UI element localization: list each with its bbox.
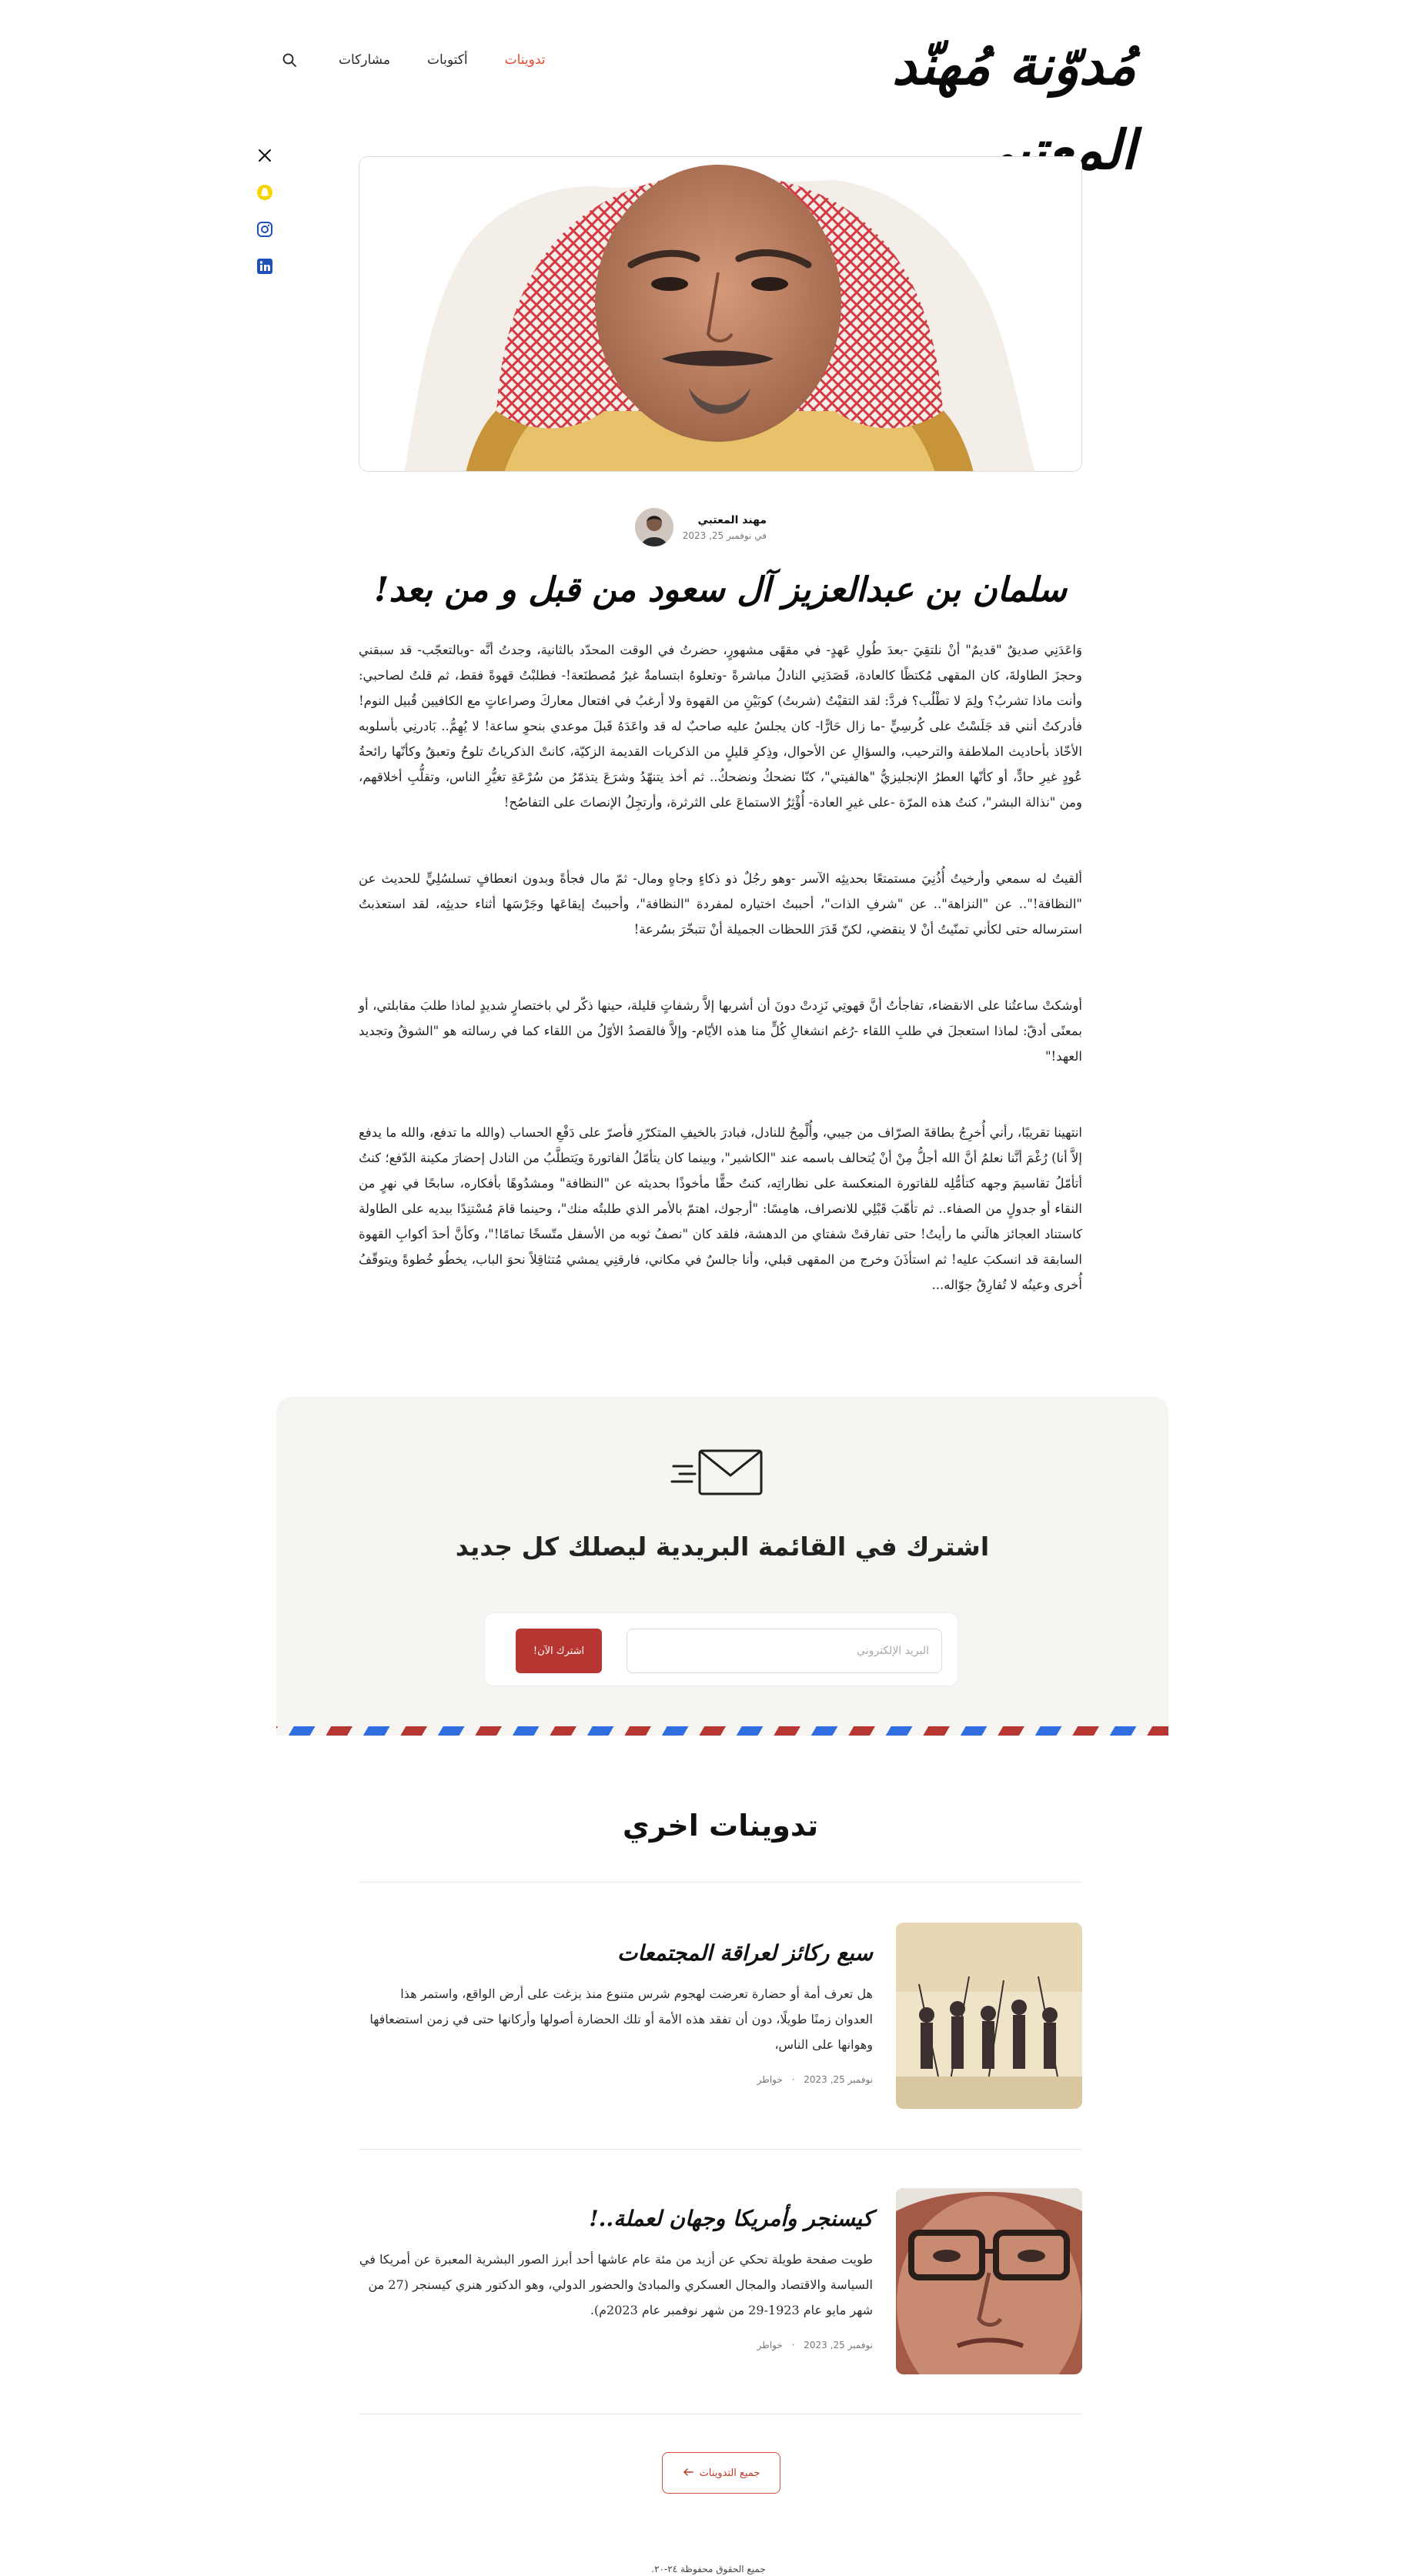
post-card-title[interactable]: كيسنجر وأمريكا وجهان لعملة..! [359, 2197, 873, 2240]
newsletter-title: اشترك في القائمة البريدية ليصلك كل جديد [455, 1532, 990, 1562]
all-posts-button[interactable]: جميع التدوينات [662, 2452, 780, 2494]
nav-item-posts[interactable]: تدوينات [505, 52, 546, 68]
divider [359, 2149, 1082, 2150]
site-footer: جميع الحقوق محفوظة ٢٤-٢٠. [0, 2563, 1417, 2575]
related-posts-heading: تدوينات اخري [622, 1809, 819, 1843]
all-posts-label: جميع التدوينات [699, 2467, 760, 2479]
x-icon[interactable] [256, 146, 274, 165]
author-info: مهند المعتبي في نوفمبر 25, 2023 [683, 512, 767, 543]
post-thumbnail[interactable] [896, 1923, 1082, 2109]
author-avatar[interactable] [634, 508, 673, 546]
post-card-category[interactable]: خواطر [757, 2340, 783, 2350]
portrait-illustration [359, 157, 1081, 471]
post-card-meta: نوفمبر 25, 2023 · خواطر [359, 2340, 873, 2350]
meta-separator: · [791, 2074, 795, 2085]
author-name[interactable]: مهند المعتبي [683, 512, 767, 529]
arrow-left-icon [683, 2467, 693, 2479]
post-card-date: نوفمبر 25, 2023 [804, 2074, 873, 2085]
envelope-icon [669, 1443, 769, 1505]
nav-item-participations[interactable]: مشاركات [339, 52, 390, 68]
main-nav: مشاركات أكتوبات تدوينات [277, 45, 546, 75]
copyright-text: جميع الحقوق محفوظة ٢٤-٢٠. [651, 2564, 766, 2574]
post-date: في نوفمبر 25, 2023 [682, 530, 767, 541]
post-title: سلمان بن عبدالعزيز آل سعود من قبل و من ب… [374, 570, 1067, 610]
post-card-category[interactable]: خواطر [757, 2074, 783, 2085]
post-card-date: نوفمبر 25, 2023 [804, 2340, 873, 2350]
meta-separator: · [791, 2340, 795, 2350]
post-card-excerpt: هل تعرف أمة أو حضارة تعرضت لهجوم شرس متن… [369, 1986, 873, 2052]
linkedin-icon[interactable] [256, 257, 274, 276]
post-author: مهند المعتبي في نوفمبر 25, 2023 [634, 508, 767, 546]
airmail-border [276, 1726, 1168, 1736]
social-links [255, 146, 275, 276]
post-card-excerpt: طويت صفحة طويلة تحكي عن أزيد من مئة عام … [359, 2252, 873, 2317]
post-paragraph: أوشكتْ ساعتُنا على الانقضاء، تفاجأتُ أنَ… [359, 998, 1082, 1064]
site-header: مُدوّنة مُهنّد المعتبي مشاركات أكتوبات ت… [0, 0, 1417, 182]
post-card-meta: نوفمبر 25, 2023 · خواطر [359, 2074, 873, 2085]
divider [359, 1882, 1082, 1883]
related-post-card[interactable]: سبع ركائز لعراقة المجتمعات هل تعرف أمة أ… [359, 1923, 1082, 2115]
related-post-card[interactable]: كيسنجر وأمريكا وجهان لعملة..! طويت صفحة … [359, 2188, 1082, 2381]
post-body: وَاعَدَنِي صديقٌ "قديمٌ" أنْ نلتقِيَ -بع… [359, 637, 1082, 1298]
subscribe-button[interactable]: اشترك الآن! [516, 1629, 602, 1673]
post-card-text: كيسنجر وأمريكا وجهان لعملة..! طويت صفحة … [359, 2188, 873, 2350]
nav-item-writings[interactable]: أكتوبات [427, 52, 468, 68]
post-paragraph: ألقيتُ له سمعي وأرخيتُ أُذُنِيَ مستمتعًا… [359, 871, 1082, 937]
snapchat-icon[interactable] [256, 183, 274, 202]
newsletter-form: اشترك الآن! [484, 1612, 958, 1686]
post-card-text: سبع ركائز لعراقة المجتمعات هل تعرف أمة أ… [359, 1923, 873, 2085]
post-thumbnail[interactable] [896, 2188, 1082, 2374]
post-paragraph: انتهينا تقريبًا، رأني أُخرِجُ بطاقةَ الص… [359, 1125, 1082, 1292]
instagram-icon[interactable] [256, 220, 274, 239]
hero-image [359, 156, 1082, 472]
site-logo[interactable]: مُدوّنة مُهنّد المعتبي [874, 23, 1137, 182]
email-field[interactable] [627, 1629, 942, 1673]
post-card-title[interactable]: سبع ركائز لعراقة المجتمعات [359, 1932, 873, 1975]
newsletter-section: اشترك في القائمة البريدية ليصلك كل جديد … [276, 1397, 1168, 1736]
post-paragraph: وَاعَدَنِي صديقٌ "قديمٌ" أنْ نلتقِيَ -بع… [359, 643, 1082, 810]
search-icon[interactable] [277, 48, 302, 72]
